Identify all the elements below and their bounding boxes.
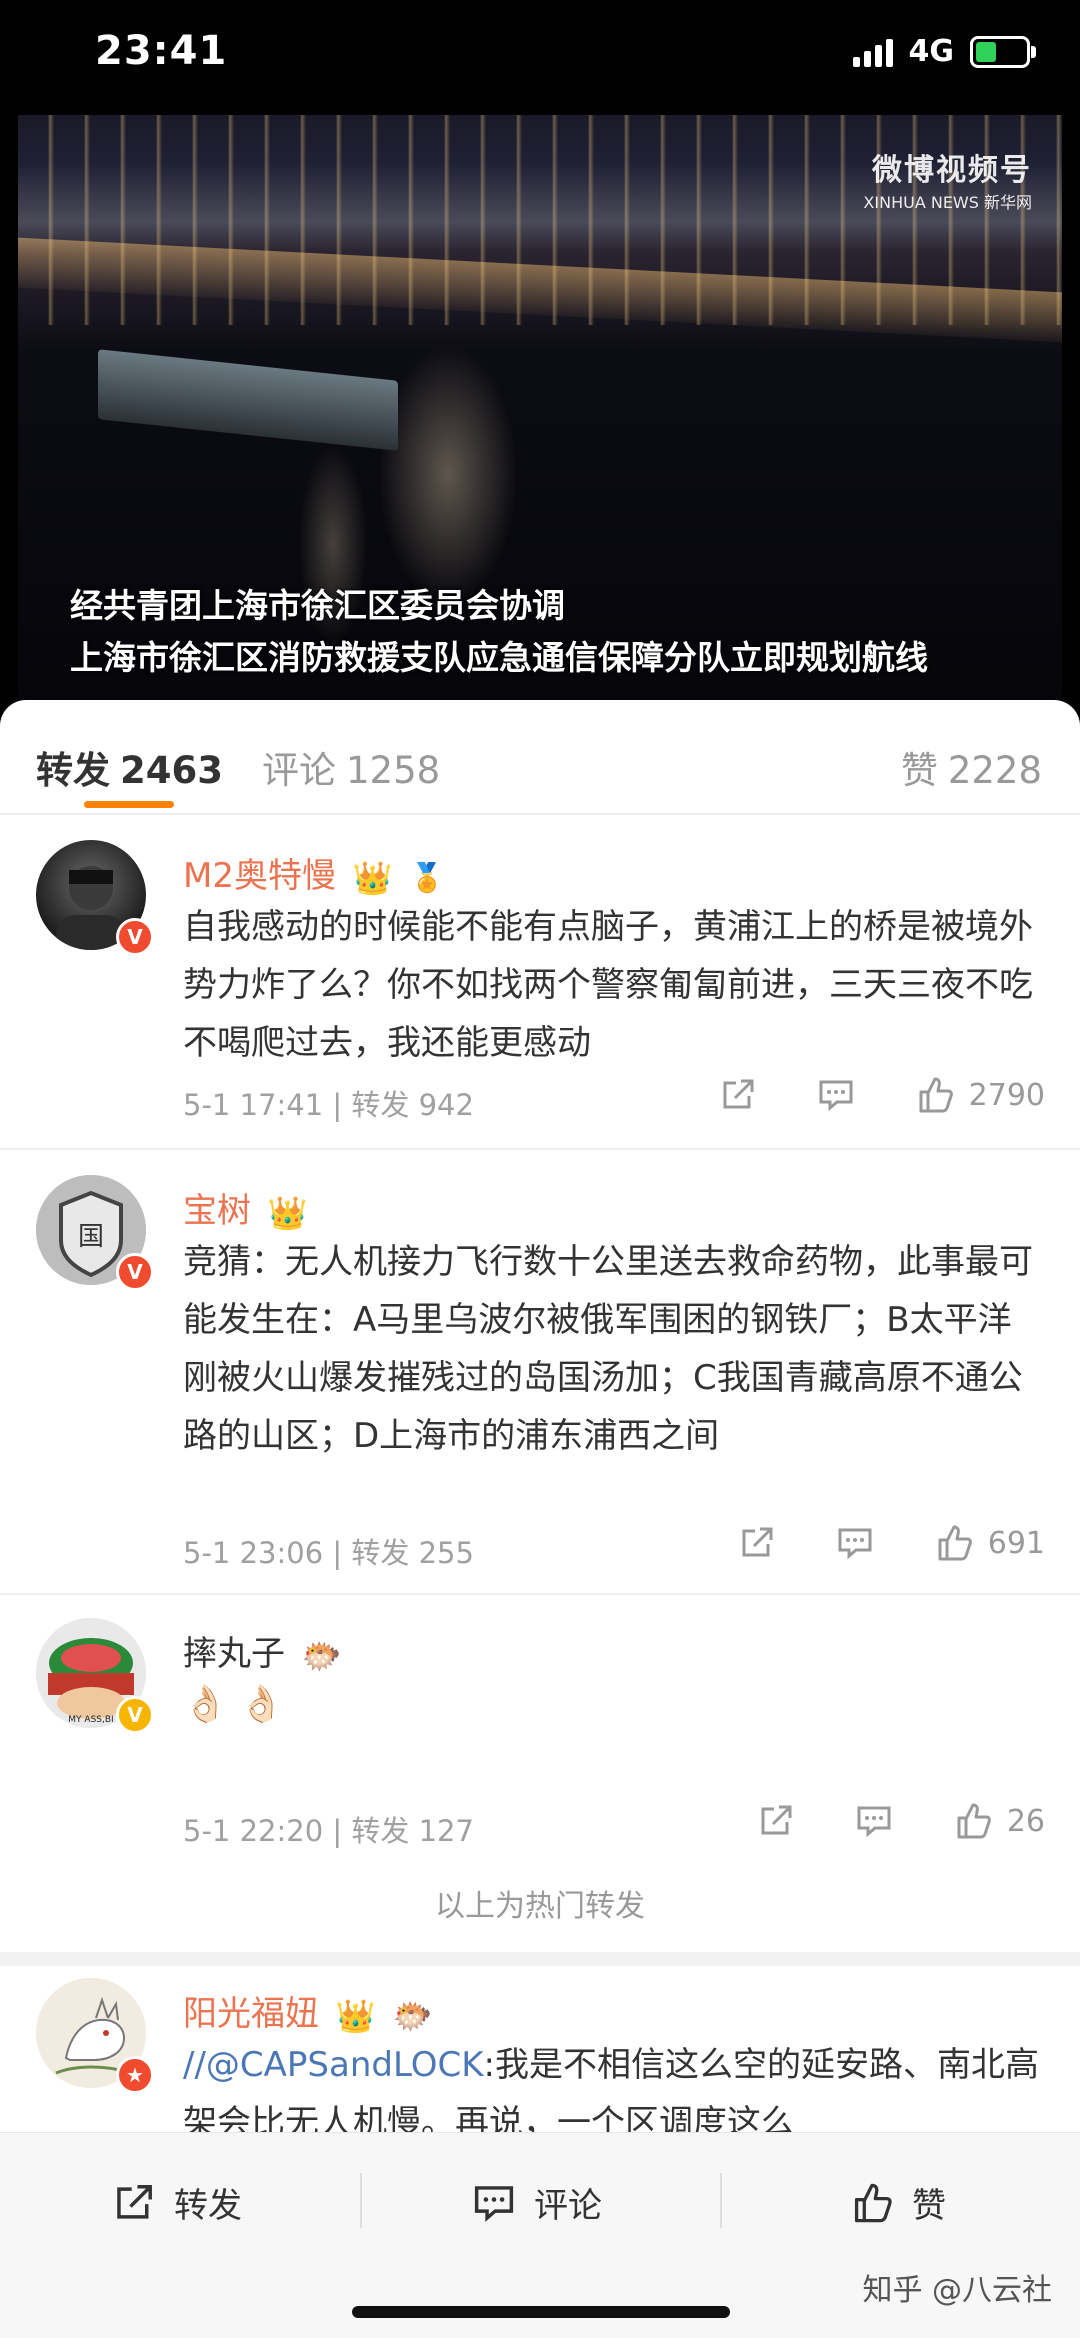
network-type: 4G — [908, 34, 955, 69]
repost-meta: 5-1 17:41 | 转发 942 — [183, 1088, 474, 1122]
tab-comment[interactable]: 评论 1258 — [262, 740, 440, 794]
username[interactable]: 摔丸子 🐡 — [183, 1626, 342, 1675]
like-button[interactable]: 26 — [953, 1801, 1045, 1841]
video-player[interactable]: 微博视频号 XINHUA NEWS 新华网 经共青团上海市徐汇区委员会协调 上海… — [18, 115, 1062, 710]
repost-text: 👌🏻 👌🏻 — [183, 1684, 285, 1725]
status-time: 23:41 — [95, 28, 228, 74]
like-button[interactable]: 2790 — [915, 1075, 1045, 1115]
status-bar: 23:41 4G — [0, 0, 1080, 112]
comment-button[interactable] — [836, 1524, 874, 1562]
action-row: 2790 — [719, 1075, 1045, 1115]
tab-bar: 转发 2463 评论 1258 赞 2228 — [0, 700, 1080, 815]
bottom-like-button[interactable]: 赞 — [850, 2178, 946, 2227]
hot-reposts-end-label: 以上为热门转发 — [0, 1862, 1080, 1952]
tab-like[interactable]: 赞 2228 — [901, 740, 1042, 794]
fish-icon: 🐡 — [392, 1996, 433, 2035]
verified-badge-icon: V — [116, 1253, 154, 1291]
share-icon — [761, 1805, 792, 1835]
svg-text:国: 国 — [78, 1222, 104, 1252]
thumbs-up-icon — [854, 2183, 892, 2222]
fish-icon: 🐡 — [301, 1636, 342, 1675]
battery-icon — [970, 35, 1036, 68]
home-indicator[interactable] — [352, 2306, 730, 2318]
share-icon — [742, 1527, 773, 1557]
subtitle-line-2: 上海市徐汇区消防救援支队应急通信保障分队立即规划航线 — [70, 638, 928, 677]
share-button[interactable] — [757, 1802, 795, 1840]
share-button[interactable] — [719, 1076, 757, 1114]
video-subtitles: 经共青团上海市徐汇区委员会协调 上海市徐汇区消防救援支队应急通信保障分队立即规划… — [70, 580, 928, 684]
comment-button[interactable] — [855, 1802, 893, 1840]
repost-meta: 5-1 23:06 | 转发 255 — [183, 1536, 474, 1570]
username[interactable]: 宝树 👑 — [183, 1183, 308, 1232]
svg-text:MY ASS,BI: MY ASS,BI — [68, 1715, 113, 1725]
like-count: 2790 — [968, 1077, 1045, 1113]
video-watermark-logo: 微博视频号 XINHUA NEWS 新华网 — [863, 153, 1032, 212]
username[interactable]: 阳光福妞 👑 🐡 — [183, 1986, 432, 2035]
crown-icon: 👑 — [335, 1996, 376, 2035]
bottom-repost-button[interactable]: 转发 — [112, 2178, 242, 2227]
comment-icon — [819, 1080, 853, 1112]
mention-link[interactable]: //@CAPSandLOCK — [183, 2045, 484, 2085]
repost-meta: 5-1 22:20 | 转发 127 — [183, 1814, 474, 1848]
signal-icon — [852, 37, 893, 67]
verified-badge-icon: V — [116, 1696, 154, 1734]
bottom-comment-button[interactable]: 评论 — [472, 2178, 602, 2227]
action-row: 691 — [738, 1523, 1045, 1563]
comment-icon — [838, 1528, 872, 1560]
verified-badge-icon: ★ — [116, 2056, 154, 2094]
crown-icon: 👑 — [267, 1193, 308, 1232]
crown-icon: 👑 — [352, 858, 393, 897]
thumbs-up-icon — [957, 1803, 991, 1839]
comment-button[interactable] — [817, 1076, 855, 1114]
share-icon — [723, 1079, 754, 1109]
tab-repost[interactable]: 转发 2463 — [36, 740, 223, 794]
thumbs-up-icon — [938, 1525, 972, 1561]
ship-image — [98, 349, 398, 451]
verified-badge-icon: V — [116, 918, 154, 956]
bottom-action-bar: 转发 评论 赞 知乎 @八云社 — [0, 2132, 1080, 2338]
like-button[interactable]: 691 — [934, 1523, 1045, 1563]
source-watermark: 知乎 @八云社 — [862, 2273, 1052, 2308]
share-button[interactable] — [738, 1524, 776, 1562]
username[interactable]: M2奥特慢 👑 🏅 — [183, 848, 444, 897]
repost-text: 自我感动的时候能不能有点脑子，黄浦江上的桥是被境外势力炸了么？你不如找两个警察匍… — [183, 907, 1033, 1063]
status-icons: 4G — [852, 34, 1036, 69]
share-icon — [117, 2184, 152, 2219]
action-row: 26 — [757, 1801, 1045, 1841]
subtitle-line-1: 经共青团上海市徐汇区委员会协调 — [70, 586, 565, 625]
active-tab-indicator — [84, 801, 174, 808]
comments-panel: 转发 2463 评论 1258 赞 2228 V M2奥特慢 👑 🏅 自我感动的时候能… — [0, 700, 1080, 2338]
like-count: 691 — [987, 1525, 1045, 1561]
comment-icon — [857, 1806, 891, 1838]
repost-text: 竞猜：无人机接力飞行数十公里送去救命药物，此事最可能发生在：A马里乌波尔被俄军围… — [183, 1242, 1033, 1456]
like-count: 26 — [1006, 1803, 1045, 1839]
medal-icon: 🏅 — [409, 861, 445, 894]
comment-icon — [474, 2185, 514, 2222]
thumbs-up-icon — [919, 1077, 953, 1113]
